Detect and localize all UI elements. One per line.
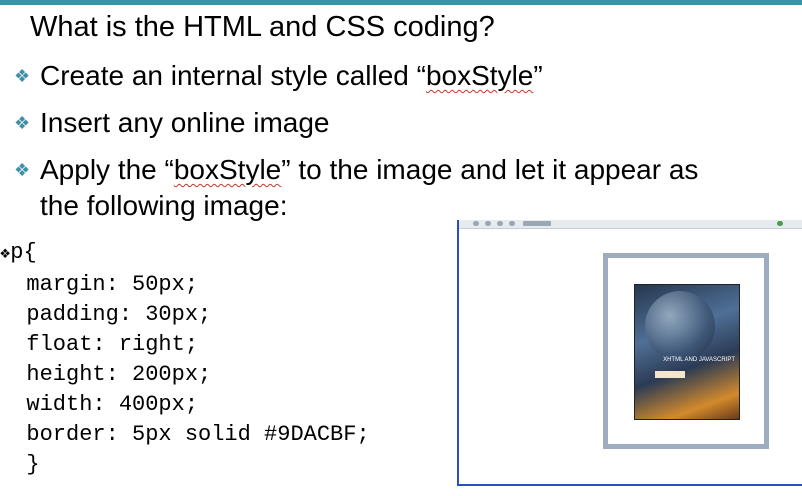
code-line: p{ bbox=[10, 240, 37, 265]
code-line: float: right; bbox=[0, 332, 199, 357]
book-cover-image: XHTML AND JAVASCRIPT bbox=[634, 284, 740, 420]
code-line: height: 200px; bbox=[0, 362, 212, 387]
bullet-continuation: the following image: bbox=[40, 190, 288, 221]
diamond-bullet-icon: ❖ bbox=[0, 245, 11, 264]
browser-screenshot-image: XHTML AND JAVASCRIPT bbox=[457, 220, 802, 486]
book-title: XHTML AND JAVASCRIPT bbox=[663, 357, 735, 363]
spellcheck-word: boxStyle bbox=[425, 60, 534, 91]
code-line: margin: 50px; bbox=[0, 272, 199, 297]
bullet-insert-image: ❖ Insert any online image bbox=[14, 105, 330, 141]
code-line: padding: 30px; bbox=[0, 302, 212, 327]
code-line: } bbox=[0, 452, 40, 477]
diamond-bullet-icon: ❖ bbox=[14, 113, 31, 133]
code-line: border: 5px solid #9DACBF; bbox=[0, 422, 370, 447]
slide-title: What is the HTML and CSS coding? bbox=[30, 11, 495, 43]
diamond-bullet-icon: ❖ bbox=[14, 66, 31, 86]
bullet-create-style: ❖ Create an internal style called “boxSty… bbox=[14, 58, 543, 94]
css-code-block: ❖p{ margin: 50px; padding: 30px; float: … bbox=[0, 238, 370, 480]
book-author-tag bbox=[655, 371, 685, 378]
spellcheck-word: boxStyle bbox=[173, 154, 282, 185]
browser-toolbar bbox=[459, 220, 802, 229]
diamond-bullet-icon: ❖ bbox=[14, 160, 31, 180]
slide-top-bar bbox=[0, 0, 802, 5]
code-line: width: 400px; bbox=[0, 392, 199, 417]
globe-graphic bbox=[645, 291, 715, 361]
bullet-apply-style: ❖ Apply the “boxStyle” to the image and l… bbox=[14, 152, 698, 224]
